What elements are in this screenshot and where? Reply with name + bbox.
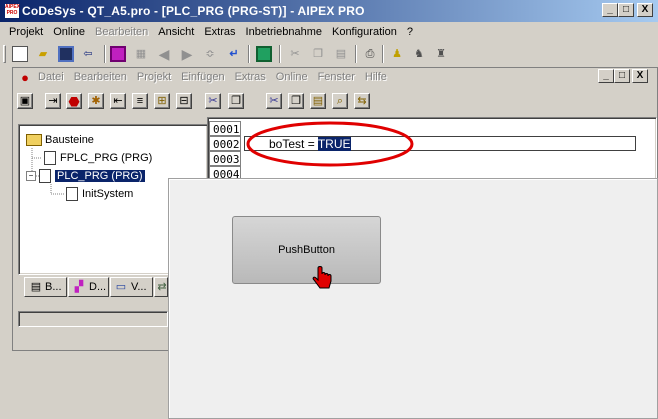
print-icon[interactable]: ⎙: [362, 46, 378, 62]
minimize-button[interactable]: _: [602, 3, 618, 17]
tree-item-initsystem[interactable]: InitSystem: [66, 186, 133, 202]
monitor-icon[interactable]: ♜: [433, 46, 449, 62]
menu-inner-online[interactable]: Online: [271, 69, 313, 86]
visualization-window: [168, 178, 658, 419]
tree-item-fplc[interactable]: FPLC_PRG (PRG): [44, 150, 152, 166]
menu-konfiguration[interactable]: Konfiguration: [327, 24, 402, 41]
menu-einfuegen[interactable]: Einfügen: [176, 69, 229, 86]
stop-icon[interactable]: ⬣: [66, 93, 82, 109]
build-icon[interactable]: ⇥: [45, 93, 61, 109]
pou-file-icon: [44, 151, 56, 166]
paste-icon[interactable]: ▤: [333, 46, 349, 62]
step-in-icon[interactable]: ⇤: [110, 93, 126, 109]
arrow-left-icon[interactable]: ◀: [156, 46, 172, 62]
tree-item-label: FPLC_PRG (PRG): [60, 152, 153, 164]
download-icon[interactable]: ↵: [226, 46, 242, 62]
menu-bearbeiten[interactable]: Bearbeiten: [90, 24, 153, 41]
collapse-icon[interactable]: −: [26, 171, 36, 182]
inner-copy-icon[interactable]: ❐: [228, 93, 244, 109]
tree-item-label: InitSystem: [82, 188, 134, 200]
inner-save-icon[interactable]: ▣: [17, 93, 33, 109]
arrow-right-icon[interactable]: ▶: [179, 46, 195, 62]
inner-menu-bar: Datei Bearbeiten Projekt Einfügen Extras…: [33, 69, 392, 86]
tree-item-label: PLC_PRG (PRG): [55, 170, 145, 182]
main-toolbar: ▰ ⇦ ▦ ◀ ▶ ≎ ↵ ✂ ❐ ▤ ⎙ ♟ ♞ ♜: [0, 43, 658, 65]
menu-hilfe[interactable]: Hilfe: [360, 69, 392, 86]
replace-icon[interactable]: ⇆: [354, 93, 370, 109]
find-icon[interactable]: ⌕: [332, 93, 348, 109]
maximize-button[interactable]: □: [618, 3, 634, 17]
menu-help[interactable]: ?: [402, 24, 418, 41]
copy-icon[interactable]: ❐: [310, 46, 326, 62]
force-icon[interactable]: ⊟: [176, 93, 192, 109]
copy2-icon[interactable]: ❐: [288, 93, 304, 109]
menu-inner-extras[interactable]: Extras: [230, 69, 271, 86]
status-bar: [18, 311, 168, 327]
calculator-icon[interactable]: [256, 46, 272, 62]
menu-extras[interactable]: Extras: [199, 24, 240, 41]
tab-label: B...: [45, 281, 62, 293]
line-number: 0002: [209, 136, 241, 151]
menu-datei[interactable]: Datei: [33, 69, 69, 86]
menu-ansicht[interactable]: Ansicht: [153, 24, 199, 41]
menu-projekt[interactable]: Projekt: [4, 24, 48, 41]
login-icon[interactable]: ♟: [389, 46, 405, 62]
menu-inner-bearbeiten[interactable]: Bearbeiten: [69, 69, 132, 86]
push-button-label: PushButton: [278, 244, 335, 256]
cut-icon[interactable]: ✂: [287, 46, 303, 62]
tab-label: D...: [89, 281, 107, 293]
inner-minimize-button[interactable]: _: [598, 69, 614, 83]
pou-tab-icon: ▤: [30, 280, 42, 293]
save-icon[interactable]: [58, 46, 74, 62]
close-button[interactable]: X: [637, 3, 653, 17]
menu-inner-projekt[interactable]: Projekt: [132, 69, 176, 86]
watch-icon[interactable]: ⊞: [154, 93, 170, 109]
menu-inbetriebnahme[interactable]: Inbetriebnahme: [241, 24, 327, 41]
tree-root-label: Bausteine: [45, 134, 94, 146]
window-title: CoDeSys - QT_A5.pro - [PLC_PRG (PRG-ST)]…: [22, 4, 365, 18]
exit-icon[interactable]: ⇦: [80, 46, 96, 62]
visu-tab-icon: ▭: [115, 280, 127, 293]
line-number: 0001: [209, 121, 241, 136]
open-folder-icon[interactable]: ▰: [35, 46, 51, 62]
inner-cut-icon[interactable]: ✂: [205, 93, 221, 109]
cut2-icon[interactable]: ✂: [266, 93, 282, 109]
breakpoint-icon[interactable]: ✱: [88, 93, 104, 109]
step-over-icon[interactable]: ≡: [132, 93, 148, 109]
app-logo-icon: AIPEX PRO: [4, 3, 20, 19]
logout-icon[interactable]: ♞: [411, 46, 427, 62]
push-button[interactable]: PushButton: [232, 216, 381, 284]
tree-item-plc-prg[interactable]: − PLC_PRG (PRG): [26, 168, 145, 184]
inner-close-button[interactable]: X: [632, 69, 648, 83]
inner-toolbar: ▣ ⇥ ⬣ ✱ ⇤ ≡ ⊞ ⊟ ✂ ❐ ✂ ❐ ▤ ⌕ ⇆: [12, 90, 412, 112]
inner-restore-button[interactable]: □: [614, 69, 630, 83]
main-menu-bar: Projekt Online Bearbeiten Ansicht Extras…: [4, 24, 418, 41]
tab-label: V...: [131, 281, 147, 293]
save-as-icon[interactable]: [110, 46, 126, 62]
delete-icon[interactable]: ▦: [133, 46, 149, 62]
annotation-ellipse: [246, 121, 414, 167]
codesys-logo-icon: ●: [21, 69, 29, 85]
line-number: 0003: [209, 151, 241, 166]
toolbar-grip[interactable]: [3, 45, 6, 63]
tree-root[interactable]: Bausteine: [26, 132, 94, 148]
pou-file-icon: [39, 169, 51, 184]
menu-fenster[interactable]: Fenster: [313, 69, 360, 86]
datatype-tab-icon: ▞: [74, 280, 84, 293]
swap-icon[interactable]: ≎: [202, 46, 218, 62]
action-file-icon: [66, 187, 78, 202]
folder-icon: [26, 134, 42, 147]
paste2-icon[interactable]: ▤: [310, 93, 326, 109]
new-file-icon[interactable]: [12, 46, 28, 62]
menu-online[interactable]: Online: [48, 24, 90, 41]
hand-cursor-icon: [312, 266, 332, 289]
